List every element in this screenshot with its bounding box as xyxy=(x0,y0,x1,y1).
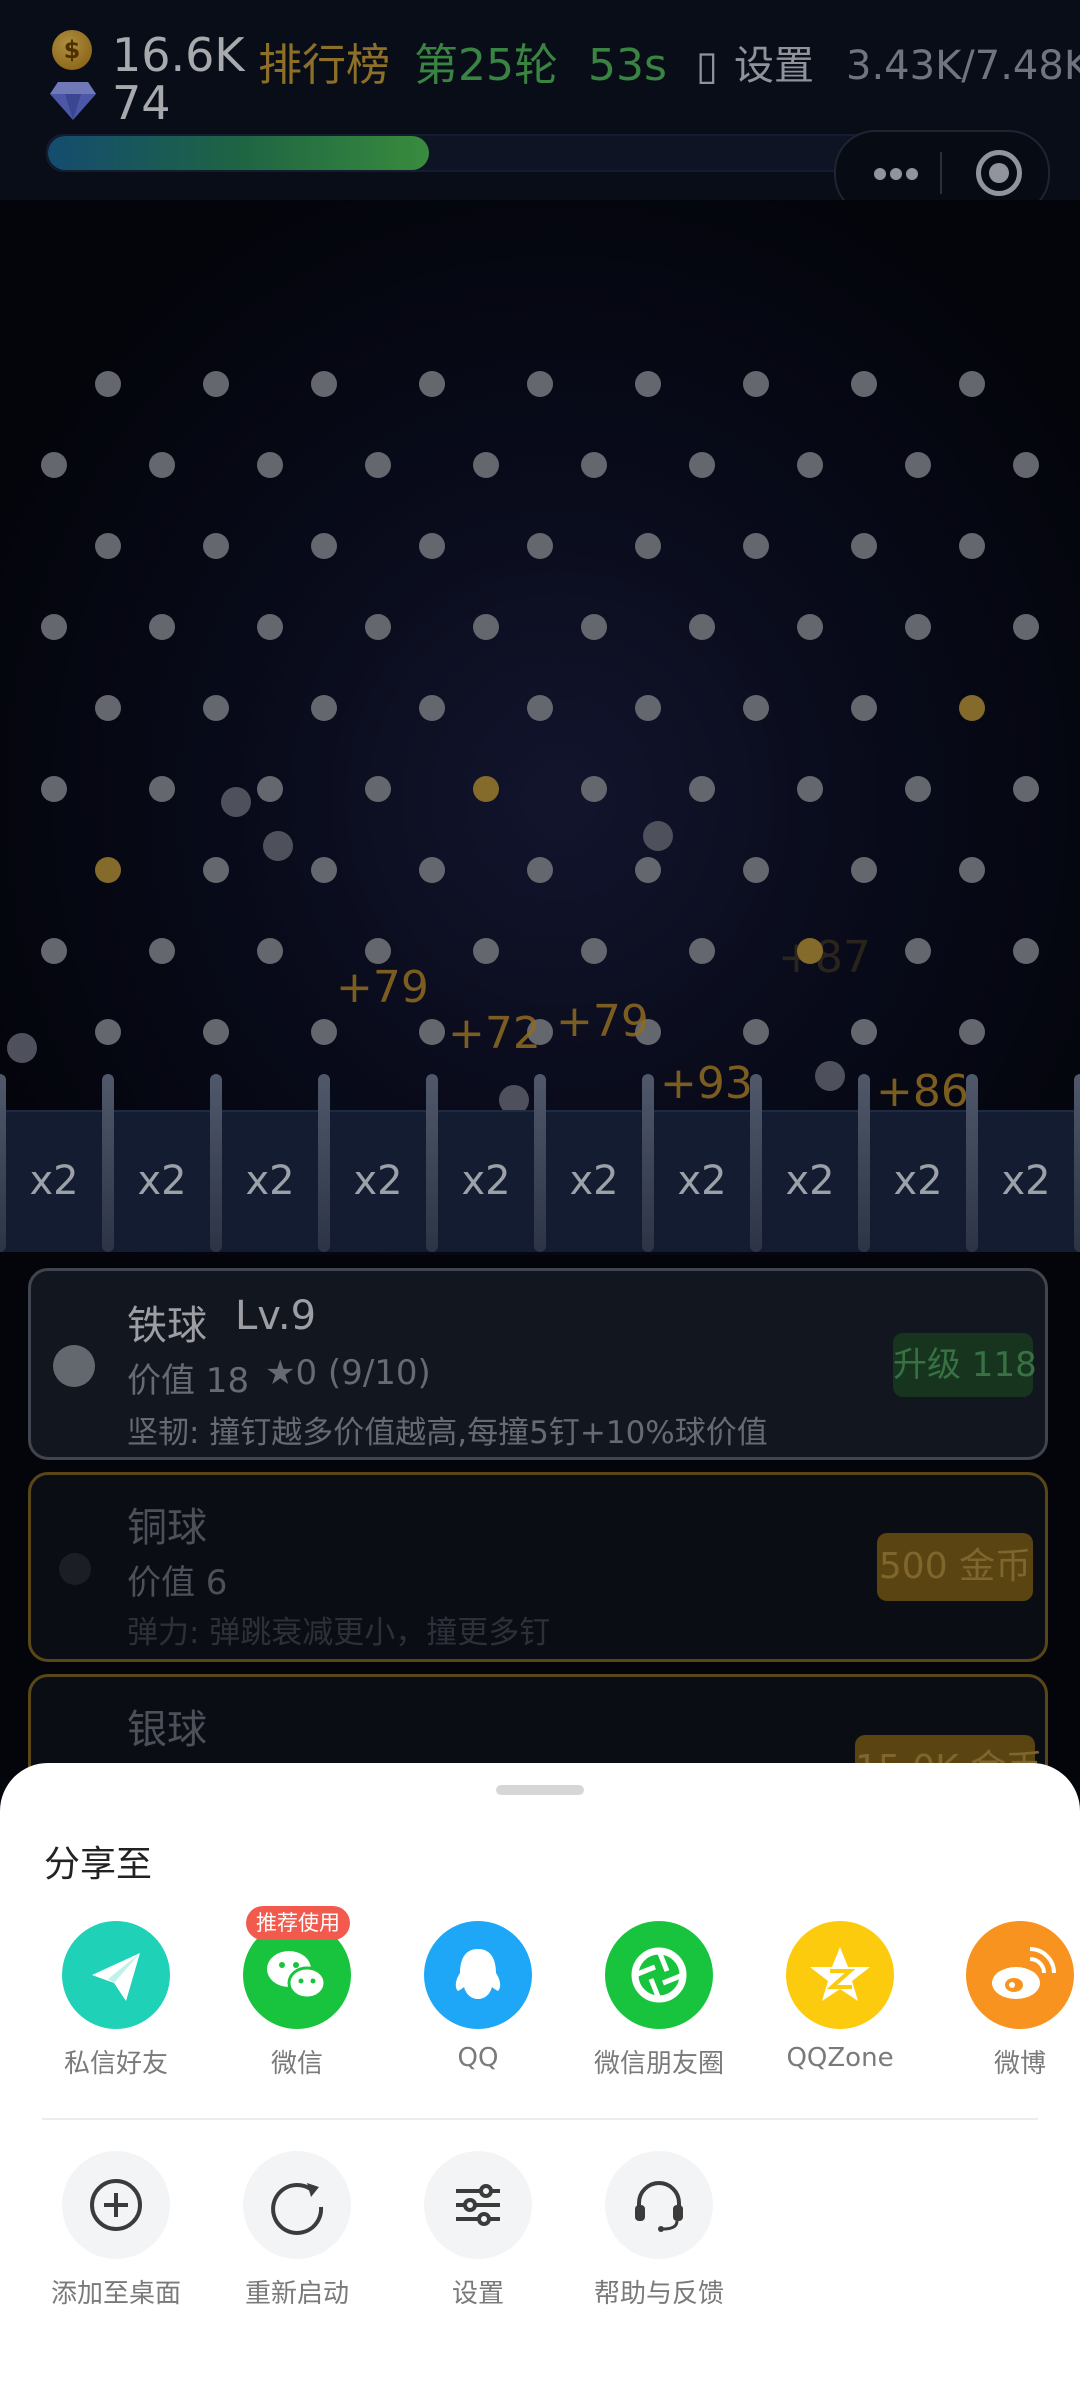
share-label: 私信好友 xyxy=(63,2049,168,2079)
recommend-badge: 推荐使用 xyxy=(246,1906,350,1940)
share-to-qzone[interactable]: QQZone xyxy=(750,1921,930,2101)
action-label: 重新启动 xyxy=(244,2279,349,2309)
share-sheet-title: 分享至 xyxy=(44,1844,153,1885)
share-to-qq[interactable]: QQ xyxy=(388,1921,568,2101)
paper-plane-icon xyxy=(62,1921,170,2029)
share-label: 微信 xyxy=(270,2049,323,2079)
share-to-weibo[interactable]: 微博 xyxy=(930,1921,1080,2101)
share-to-moments[interactable]: 微信朋友圈 xyxy=(569,1921,749,2101)
share-label: 微信朋友圈 xyxy=(593,2049,724,2079)
share-to-wechat[interactable]: 微信 xyxy=(207,1921,387,2101)
settings-action-button[interactable]: 设置 xyxy=(388,2151,568,2351)
share-label: QQ xyxy=(457,2043,499,2073)
headset-icon xyxy=(605,2151,713,2259)
sliders-icon xyxy=(424,2151,532,2259)
action-label: 添加至桌面 xyxy=(50,2279,181,2309)
add-to-desktop-button[interactable]: 添加至桌面 xyxy=(26,2151,206,2351)
help-feedback-button[interactable]: 帮助与反馈 xyxy=(569,2151,749,2351)
restart-button[interactable]: 重新启动 xyxy=(207,2151,387,2351)
restart-icon xyxy=(243,2151,351,2259)
sheet-divider xyxy=(42,2118,1038,2120)
qzone-star-icon xyxy=(786,1921,894,2029)
share-label: QQZone xyxy=(786,2043,894,2073)
weibo-icon xyxy=(966,1921,1074,2029)
add-circle-icon xyxy=(62,2151,170,2259)
share-to-friend[interactable]: 私信好友 xyxy=(26,1921,206,2101)
action-label: 设置 xyxy=(451,2279,504,2309)
qq-penguin-icon xyxy=(424,1921,532,2029)
share-sheet: 分享至 私信好友 微信 QQ 微信朋友圈 QQZone 微博 推荐使用 添加至桌… xyxy=(0,1763,1080,2401)
action-label: 帮助与反馈 xyxy=(593,2279,724,2309)
moments-icon xyxy=(605,1921,713,2029)
share-label: 微博 xyxy=(993,2049,1046,2079)
modal-dim-overlay[interactable] xyxy=(0,0,1080,1780)
drag-handle[interactable] xyxy=(496,1785,584,1795)
